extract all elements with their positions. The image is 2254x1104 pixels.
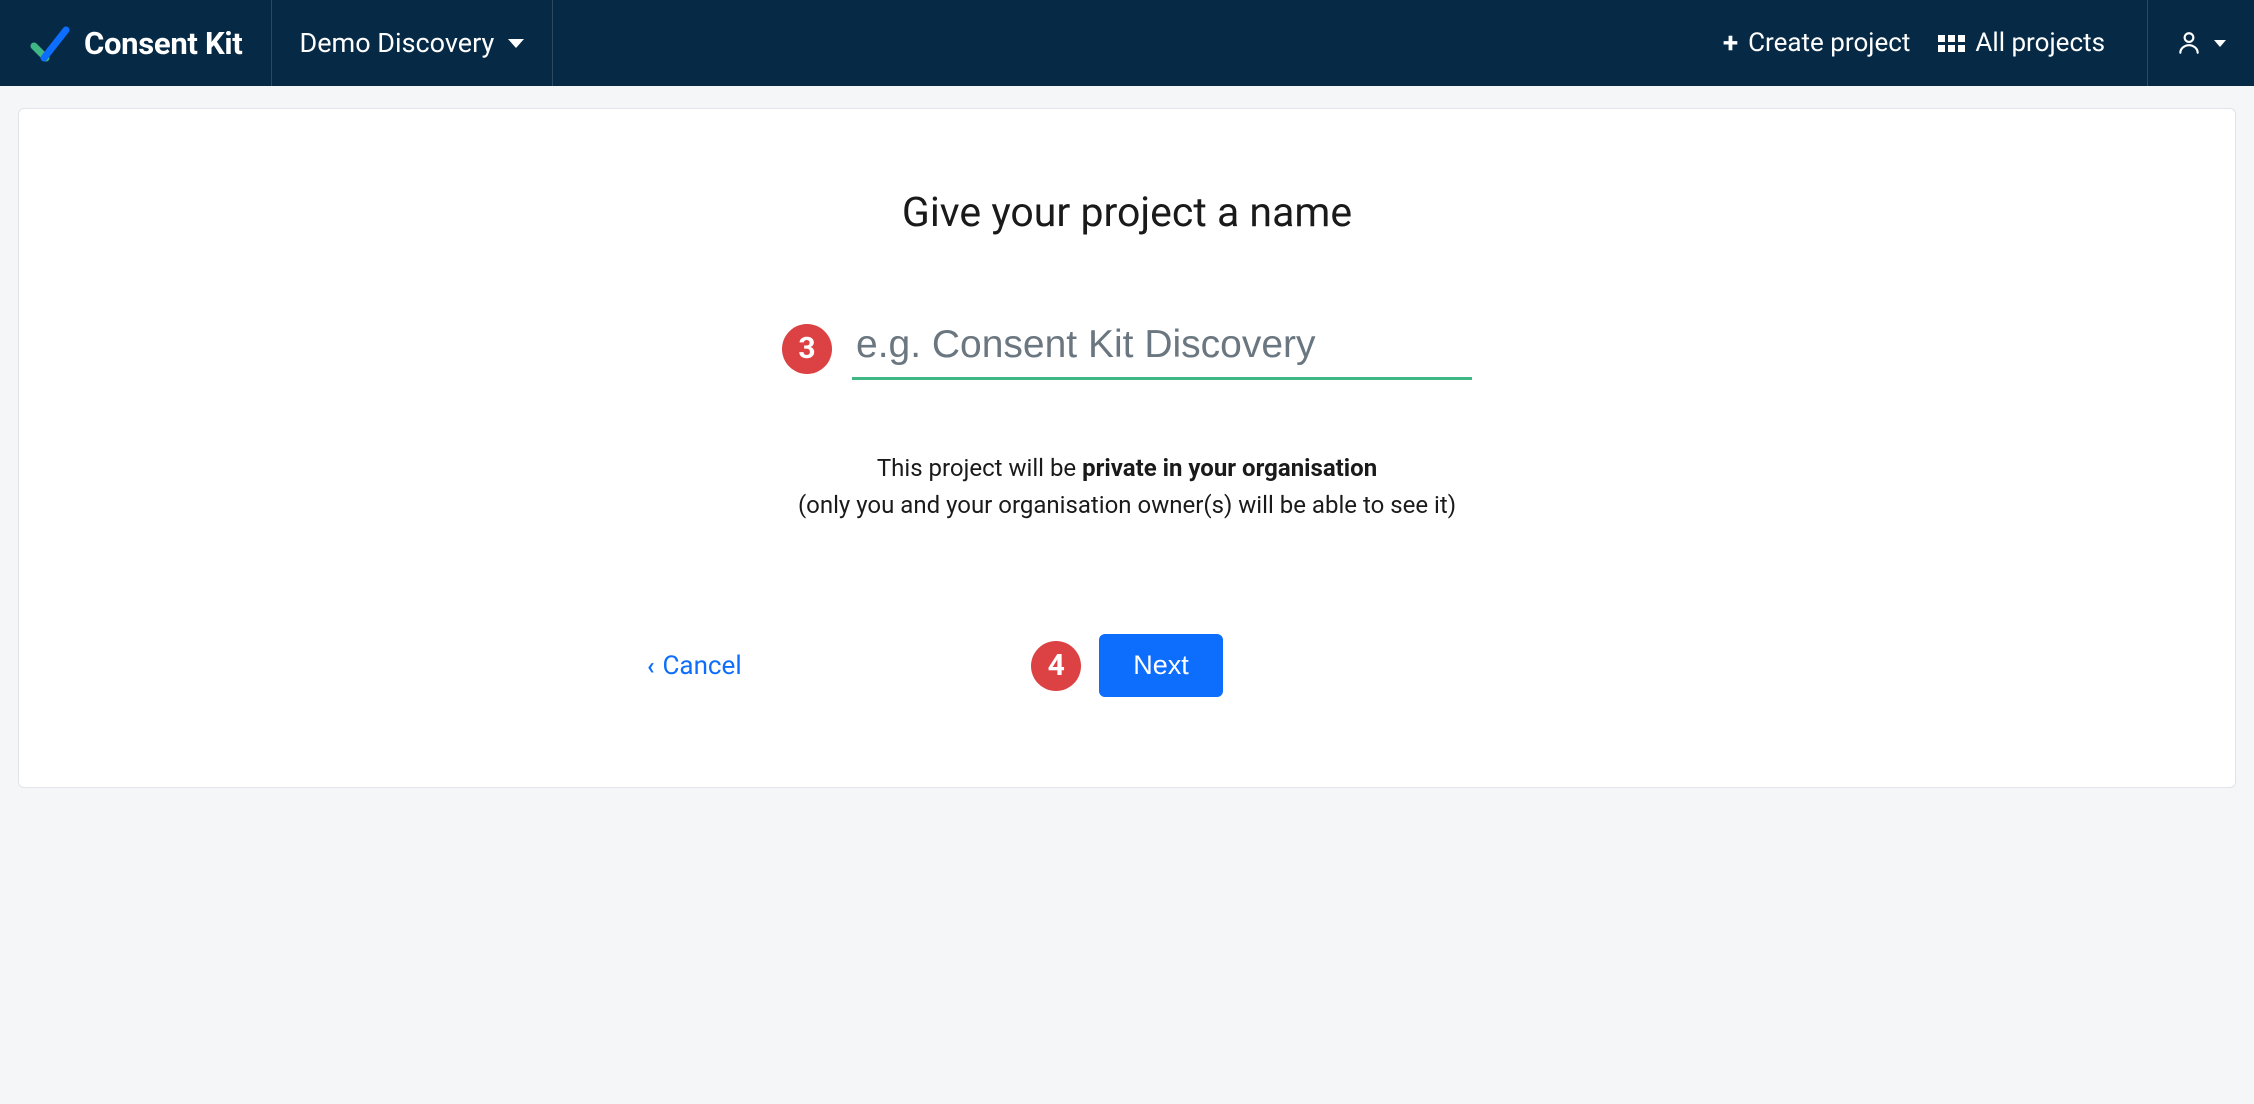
user-menu-section bbox=[2147, 0, 2254, 86]
name-input-row: 3 bbox=[59, 317, 2195, 380]
caret-down-icon bbox=[508, 39, 524, 48]
main-card: Give your project a name 3 This project … bbox=[18, 108, 2236, 788]
navbar: Consent Kit Demo Discovery + Create proj… bbox=[0, 0, 2254, 86]
step-badge-3: 3 bbox=[782, 324, 832, 374]
project-dropdown-label: Demo Discovery bbox=[300, 27, 495, 59]
chevron-left-icon: ‹ bbox=[647, 652, 655, 680]
cancel-button[interactable]: ‹ Cancel bbox=[647, 651, 742, 681]
brand-name: Consent Kit bbox=[84, 25, 243, 62]
project-name-input[interactable] bbox=[852, 317, 1472, 380]
user-menu[interactable] bbox=[2176, 30, 2226, 56]
create-project-button[interactable]: + Create project bbox=[1709, 28, 1925, 58]
helper-line2: (only you and your organisation owner(s)… bbox=[798, 491, 1456, 519]
helper-line1-pre: This project will be bbox=[877, 454, 1082, 482]
user-icon bbox=[2176, 30, 2202, 56]
next-button[interactable]: Next bbox=[1099, 634, 1223, 697]
logo-mark-icon bbox=[28, 22, 70, 64]
grid-icon bbox=[1938, 35, 1965, 52]
all-projects-label: All projects bbox=[1975, 28, 2105, 58]
page-title: Give your project a name bbox=[59, 189, 2195, 237]
logo[interactable]: Consent Kit bbox=[28, 22, 243, 64]
action-row: ‹ Cancel 4 Next bbox=[647, 634, 1607, 697]
step-badge-4: 4 bbox=[1031, 641, 1081, 691]
project-dropdown[interactable]: Demo Discovery bbox=[272, 0, 554, 86]
plus-icon: + bbox=[1723, 29, 1738, 57]
helper-line1-bold: private in your organisation bbox=[1082, 454, 1377, 482]
all-projects-link[interactable]: All projects bbox=[1924, 28, 2119, 58]
privacy-helper-text: This project will be private in your org… bbox=[59, 450, 2195, 524]
brand-section: Consent Kit bbox=[0, 0, 272, 86]
create-project-label: Create project bbox=[1748, 28, 1910, 58]
nav-actions: + Create project All projects bbox=[1681, 0, 2147, 86]
cancel-label: Cancel bbox=[663, 651, 742, 681]
caret-down-icon bbox=[2214, 40, 2226, 47]
